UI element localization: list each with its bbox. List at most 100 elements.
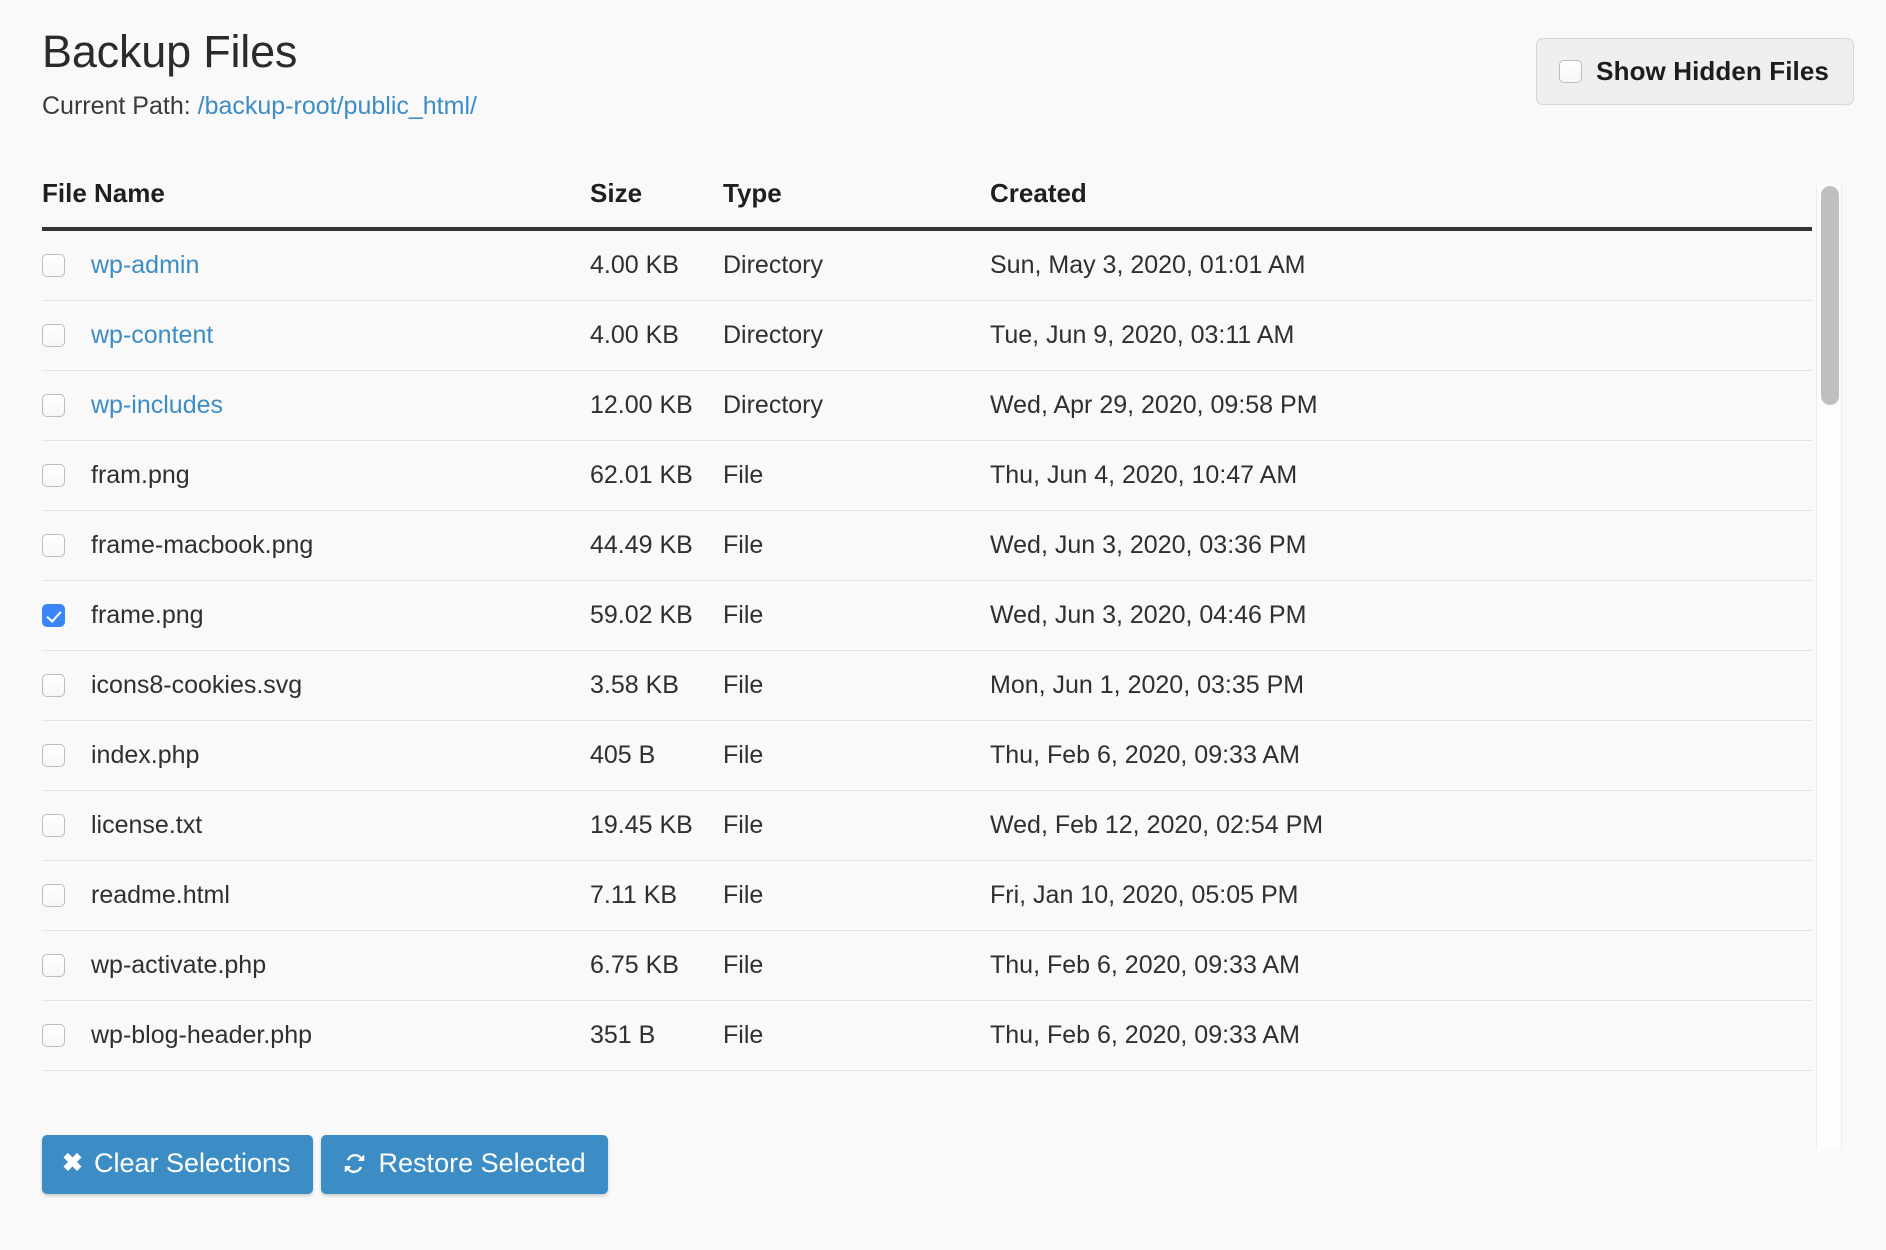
row-select-checkbox[interactable] xyxy=(42,814,65,837)
cell-file-name: wp-admin xyxy=(42,229,590,301)
cell-size: 12.00 KB xyxy=(590,370,723,441)
row-select-checkbox[interactable] xyxy=(42,324,65,347)
cell-file-name: index.php xyxy=(42,720,590,791)
table-row[interactable]: frame-macbook.png 44.49 KB File Wed, Jun 3,… xyxy=(42,510,1812,581)
cell-size: 59.02 KB xyxy=(590,580,723,651)
cell-type: File xyxy=(723,510,990,581)
row-select-checkbox[interactable] xyxy=(42,604,65,627)
cell-type: File xyxy=(723,440,990,511)
table-row[interactable]: wp-blog-header.php 351 B File Thu, Feb 6, 2… xyxy=(42,1000,1812,1071)
table-row[interactable]: license.txt 19.45 KB File Wed, Feb 12, 2020… xyxy=(42,790,1812,861)
cell-created: Sun, May 3, 2020, 01:01 AM xyxy=(990,229,1812,301)
cell-type: Directory xyxy=(723,370,990,441)
file-name-cell-content: readme.html xyxy=(42,881,590,910)
file-name-cell-content: wp-content xyxy=(42,321,590,350)
file-name-cell-content: index.php xyxy=(42,741,590,770)
cell-file-name: license.txt xyxy=(42,790,590,861)
current-path-link[interactable]: /backup-root/public_html/ xyxy=(198,92,477,120)
cell-created: Mon, Jun 1, 2020, 03:35 PM xyxy=(990,650,1812,721)
cell-size: 6.75 KB xyxy=(590,930,723,1001)
file-table-head: File Name Size Type Created xyxy=(42,150,1812,231)
file-name-text: wp-activate.php xyxy=(91,951,267,979)
cell-size: 62.01 KB xyxy=(590,440,723,511)
table-row[interactable]: readme.html 7.11 KB File Fri, Jan 10, 2020,… xyxy=(42,860,1812,931)
table-row[interactable]: wp-admin 4.00 KB Directory Sun, May 3, 2020… xyxy=(42,229,1812,301)
row-select-checkbox[interactable] xyxy=(42,744,65,767)
cell-type: File xyxy=(723,860,990,931)
directory-link[interactable]: wp-includes xyxy=(91,391,223,420)
cell-created: Wed, Apr 29, 2020, 09:58 PM xyxy=(990,370,1812,441)
table-row[interactable]: wp-includes 12.00 KB Directory Wed, Apr 29,… xyxy=(42,370,1812,441)
cell-created: Thu, Feb 6, 2020, 09:33 AM xyxy=(990,1000,1812,1071)
file-name-text: index.php xyxy=(91,741,200,769)
cell-size: 4.00 KB xyxy=(590,229,723,301)
cell-size: 3.58 KB xyxy=(590,650,723,721)
column-header-file-name[interactable]: File Name xyxy=(42,150,590,231)
cell-size: 405 B xyxy=(590,720,723,791)
column-header-size[interactable]: Size xyxy=(590,150,723,231)
clear-selections-button[interactable]: ✖ Clear Selections xyxy=(42,1135,313,1194)
restore-selected-button[interactable]: Restore Selected xyxy=(320,1135,608,1194)
cell-file-name: wp-content xyxy=(42,300,590,371)
table-row[interactable]: icons8-cookies.svg 3.58 KB File Mon, Jun 1,… xyxy=(42,650,1812,721)
cell-file-name: icons8-cookies.svg xyxy=(42,650,590,721)
vertical-scrollbar-track[interactable] xyxy=(1816,185,1842,1150)
file-table: File Name Size Type Created wp-admin 4.00… xyxy=(42,150,1812,1071)
cell-type: File xyxy=(723,720,990,791)
file-name-cell-content: license.txt xyxy=(42,811,590,840)
column-header-type[interactable]: Type xyxy=(723,150,990,231)
file-name-text: readme.html xyxy=(91,881,230,909)
backup-files-page: Backup Files Current Path: /backup-root/… xyxy=(0,0,1886,1250)
cell-created: Wed, Jun 3, 2020, 03:36 PM xyxy=(990,510,1812,581)
row-select-checkbox[interactable] xyxy=(42,1024,65,1047)
cell-file-name: wp-blog-header.php xyxy=(42,1000,590,1071)
cell-created: Thu, Jun 4, 2020, 10:47 AM xyxy=(990,440,1812,511)
table-row[interactable]: wp-activate.php 6.75 KB File Thu, Feb 6, 20… xyxy=(42,930,1812,1001)
file-name-cell-content: wp-blog-header.php xyxy=(42,1021,590,1050)
file-name-cell-content: wp-admin xyxy=(42,251,590,280)
file-table-scroll-container[interactable]: File Name Size Type Created wp-admin 4.00… xyxy=(42,150,1850,1150)
row-select-checkbox[interactable] xyxy=(42,254,65,277)
cell-file-name: frame-macbook.png xyxy=(42,510,590,581)
cell-type: File xyxy=(723,650,990,721)
file-name-text: wp-blog-header.php xyxy=(91,1021,312,1049)
cell-file-name: fram.png xyxy=(42,440,590,511)
directory-link[interactable]: wp-admin xyxy=(91,251,199,280)
cell-size: 19.45 KB xyxy=(590,790,723,861)
cell-size: 44.49 KB xyxy=(590,510,723,581)
directory-link[interactable]: wp-content xyxy=(91,321,213,350)
show-hidden-files-checkbox[interactable] xyxy=(1559,60,1583,83)
cell-file-name: wp-activate.php xyxy=(42,930,590,1001)
table-row[interactable]: fram.png 62.01 KB File Thu, Jun 4, 2020, 10… xyxy=(42,440,1812,511)
cell-type: Directory xyxy=(723,300,990,371)
vertical-scrollbar-thumb[interactable] xyxy=(1821,186,1839,405)
row-select-checkbox[interactable] xyxy=(42,394,65,417)
clear-selections-label: Clear Selections xyxy=(93,1148,291,1178)
file-name-cell-content: wp-includes xyxy=(42,391,590,420)
file-name-cell-content: fram.png xyxy=(42,461,590,490)
table-row[interactable]: wp-content 4.00 KB Directory Tue, Jun 9, 20… xyxy=(42,300,1812,371)
show-hidden-files-toggle[interactable]: Show Hidden Files xyxy=(1536,38,1854,105)
cell-type: File xyxy=(723,930,990,1001)
row-select-checkbox[interactable] xyxy=(42,674,65,697)
file-table-header-row: File Name Size Type Created xyxy=(42,150,1812,231)
file-name-text: license.txt xyxy=(91,811,203,839)
cell-type: File xyxy=(723,580,990,651)
cell-created: Fri, Jan 10, 2020, 05:05 PM xyxy=(990,860,1812,931)
show-hidden-files-label: Show Hidden Files xyxy=(1596,56,1829,86)
close-x-icon: ✖ xyxy=(62,1149,83,1177)
table-row[interactable]: frame.png 59.02 KB File Wed, Jun 3, 2020, 0… xyxy=(42,580,1812,651)
row-select-checkbox[interactable] xyxy=(42,954,65,977)
cell-type: File xyxy=(723,1000,990,1071)
file-name-text: frame.png xyxy=(91,601,204,629)
table-row[interactable]: index.php 405 B File Thu, Feb 6, 2020, 09:3… xyxy=(42,720,1812,791)
file-table-body: wp-admin 4.00 KB Directory Sun, May 3, 2020… xyxy=(42,229,1812,1071)
row-select-checkbox[interactable] xyxy=(42,464,65,487)
file-name-text: frame-macbook.png xyxy=(91,531,314,559)
cell-file-name: readme.html xyxy=(42,860,590,931)
cell-type: Directory xyxy=(723,229,990,301)
column-header-created[interactable]: Created xyxy=(990,150,1812,231)
row-select-checkbox[interactable] xyxy=(42,534,65,557)
cell-created: Tue, Jun 9, 2020, 03:11 AM xyxy=(990,300,1812,371)
row-select-checkbox[interactable] xyxy=(42,884,65,907)
